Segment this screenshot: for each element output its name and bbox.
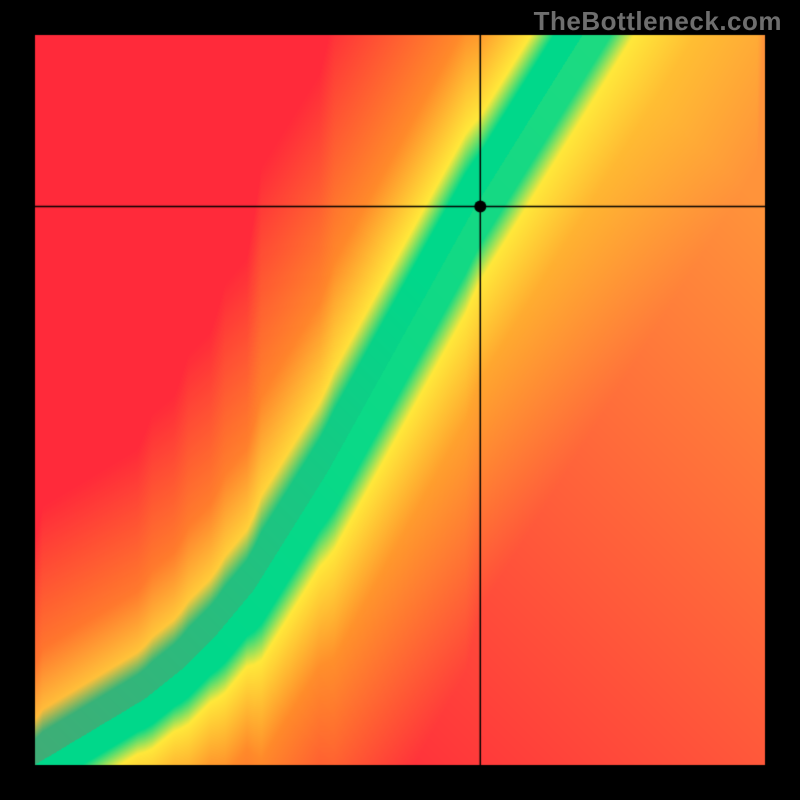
watermark-text: TheBottleneck.com	[534, 6, 782, 37]
heatmap-canvas	[0, 0, 800, 800]
chart-container: TheBottleneck.com	[0, 0, 800, 800]
